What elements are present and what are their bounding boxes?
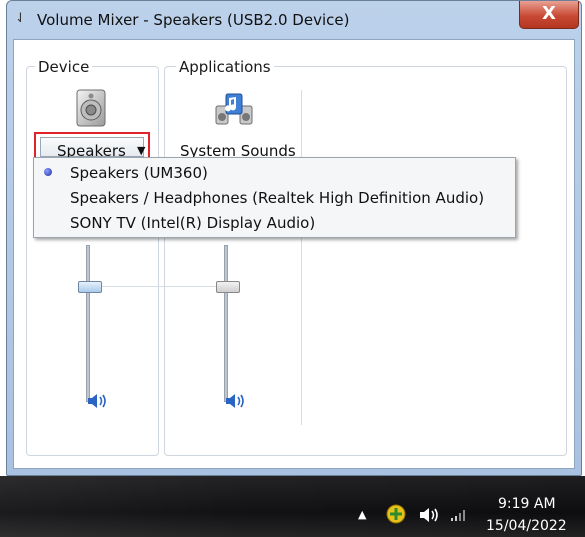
speaker-device-icon[interactable] <box>74 88 108 128</box>
applications-divider <box>301 90 302 425</box>
system-sounds-volume-slider[interactable] <box>216 281 240 293</box>
applications-group-label: Applications <box>176 58 274 76</box>
mixer-content: Device Applications System Sounds Speake… <box>13 39 575 469</box>
clock-date[interactable]: 15/04/2022 <box>486 518 567 534</box>
menu-item-sony-tv[interactable]: SONY TV (Intel(R) Display Audio) <box>70 214 315 232</box>
chevron-down-icon: ▼ <box>137 144 146 157</box>
network-signal-icon[interactable] <box>450 508 468 522</box>
device-dropdown[interactable]: Speakers ▼ <box>40 137 146 160</box>
device-dropdown-menu: Speakers (UM360) Speakers / Headphones (… <box>33 157 516 238</box>
close-button[interactable]: X <box>519 1 579 29</box>
system-sounds-icon[interactable] <box>214 90 254 128</box>
window-title: Volume Mixer - Speakers (USB2.0 Device) <box>37 11 350 29</box>
volume-mixer-window: ⇃ Volume Mixer - Speakers (USB2.0 Device… <box>6 0 582 476</box>
window-menu-icon[interactable]: ⇃ <box>15 11 29 27</box>
menu-item-realtek-speakers[interactable]: Speakers / Headphones (Realtek High Defi… <box>70 189 484 207</box>
slider-link-line <box>98 286 224 287</box>
menu-item-speakers-um360[interactable]: Speakers (UM360) <box>70 164 208 182</box>
system-sounds-mute-button[interactable] <box>224 392 246 410</box>
device-group-label: Device <box>35 58 93 76</box>
security-shield-icon[interactable] <box>386 504 406 524</box>
title-bar[interactable]: ⇃ Volume Mixer - Speakers (USB2.0 Device… <box>7 1 581 39</box>
system-sounds-volume-track[interactable] <box>224 245 228 402</box>
selected-radio-icon <box>44 168 52 176</box>
clock-time[interactable]: 9:19 AM <box>498 496 556 512</box>
device-mute-button[interactable] <box>86 392 108 410</box>
show-hidden-icons-arrow[interactable]: ▲ <box>358 508 366 521</box>
device-volume-slider[interactable] <box>78 281 102 293</box>
volume-icon[interactable] <box>418 506 440 524</box>
device-volume-track[interactable] <box>86 245 90 402</box>
